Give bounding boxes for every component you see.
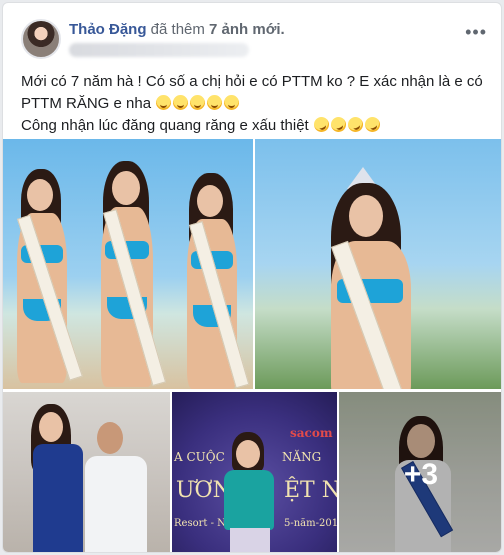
head-shape <box>112 171 140 205</box>
post-action: đã thêm <box>150 21 205 38</box>
grinning-face-emoji <box>190 95 206 110</box>
skirt <box>230 528 270 552</box>
head-shape <box>349 195 383 237</box>
head-shape <box>27 179 53 211</box>
rolling-on-floor-laughing-emoji <box>362 114 383 135</box>
banner-logo: sacom <box>290 426 333 440</box>
photo-contestants-group[interactable] <box>3 139 253 389</box>
post-meta-blurred <box>69 43 249 57</box>
photo-count-link[interactable]: 7 ảnh mới. <box>209 21 285 38</box>
teal-top <box>224 470 274 530</box>
more-horizontal-icon[interactable]: ••• <box>465 23 487 41</box>
banner-text-6: 5-năm-201 <box>284 518 337 529</box>
banner-text-4: ỆT NA <box>284 478 337 503</box>
post-card: Thảo Đặng đã thêm 7 ảnh mới. ••• Mới có … <box>2 2 502 553</box>
more-photos-count: +3 <box>403 458 439 491</box>
post-body: Mới có 7 năm hà ! Có số a chị hỏi e có P… <box>21 71 491 137</box>
photo-on-stage[interactable]: sacom A CUỘC NĂNG ƯƠN ỆT NA Resort - Ngà… <box>172 392 337 552</box>
grinning-face-emoji <box>207 95 223 110</box>
more-photos-overlay[interactable]: +3 <box>339 392 501 552</box>
head-shape <box>39 412 63 442</box>
white-shirt <box>85 456 147 552</box>
photo-crowned-contestant[interactable] <box>255 139 501 389</box>
post-text-line2: Công nhận lúc đăng quang răng e xấu thiệ… <box>21 114 491 137</box>
avatar[interactable] <box>21 19 61 59</box>
rolling-on-floor-laughing-emoji <box>328 114 349 135</box>
post-text-2: Công nhận lúc đăng quang răng e xấu thiệ… <box>21 117 309 134</box>
head-shape <box>197 185 223 217</box>
banner-text-2: NĂNG <box>282 450 322 464</box>
banner-text-1: A CUỘC <box>174 450 225 464</box>
post-title-line: Thảo Đặng đã thêm 7 ảnh mới. <box>69 21 285 38</box>
grinning-face-emoji <box>224 95 240 110</box>
head-shape <box>97 422 123 454</box>
post-header: Thảo Đặng đã thêm 7 ảnh mới. ••• <box>3 3 501 63</box>
photo-with-father[interactable] <box>3 392 170 552</box>
grinning-face-emoji <box>156 95 172 110</box>
rolling-on-floor-laughing-emoji <box>311 114 332 135</box>
rolling-on-floor-laughing-emoji <box>345 114 366 135</box>
blue-dress <box>33 444 83 552</box>
head-shape <box>236 440 260 468</box>
post-text-1: Mới có 7 năm hà ! Có số a chị hỏi e có P… <box>21 73 483 112</box>
author-name[interactable]: Thảo Đặng <box>69 21 147 38</box>
grinning-face-emoji <box>173 95 189 110</box>
post-text-line1: Mới có 7 năm hà ! Có số a chị hỏi e có P… <box>21 71 491 115</box>
